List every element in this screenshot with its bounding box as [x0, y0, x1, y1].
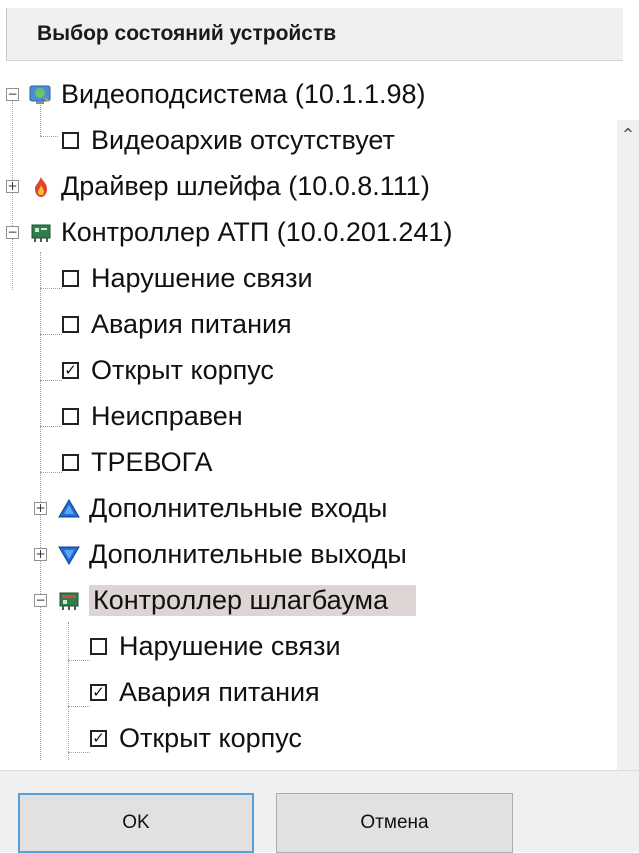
tree-node-label: Драйвер шлейфа (10.0.8.111): [61, 170, 430, 201]
tree-node-label: Контроллер шлагбаума: [89, 584, 417, 616]
tree-check-barrier-case-open[interactable]: ✓ Открыт корпус: [90, 716, 302, 760]
ok-button[interactable]: OK: [18, 793, 254, 853]
tree-check-link-failure[interactable]: Нарушение связи: [62, 256, 313, 300]
dialog-header: Выбор состояний устройств: [6, 8, 623, 61]
cancel-button[interactable]: Отмена: [276, 793, 513, 853]
collapse-icon[interactable]: −: [6, 87, 19, 101]
tree-check-barrier-power-failure[interactable]: ✓ Авария питания: [90, 670, 320, 714]
tree-node-extra-inputs[interactable]: + Дополнительные входы: [34, 486, 387, 530]
checkbox[interactable]: [62, 315, 79, 333]
dialog-footer: OK Отмена: [0, 770, 639, 853]
checkbox[interactable]: [62, 269, 79, 287]
tree-check-label: Авария питания: [91, 308, 292, 339]
tree-check-label: Неисправен: [91, 400, 243, 431]
tree-check-label: Открыт корпус: [91, 354, 274, 385]
checkbox[interactable]: [62, 131, 79, 149]
tree-check-label: Авария питания: [119, 676, 320, 707]
tree-node-label: Дополнительные входы: [89, 492, 388, 523]
tree-node-barrier-controller[interactable]: − Контроллер шлагбаума: [34, 578, 417, 622]
tree-check-alarm[interactable]: ТРЕВОГА: [62, 440, 212, 484]
tree-node-label: Контроллер АТП (10.0.201.241): [61, 216, 453, 247]
collapse-icon[interactable]: −: [6, 225, 19, 239]
tree-node-label: Видеоподсистема (10.1.1.98): [61, 78, 426, 109]
tree-check-label: Нарушение связи: [119, 630, 341, 661]
tree-check-label: Открыт корпус: [119, 722, 302, 753]
tree-node-video-subsystem[interactable]: − Видеоподсистема (10.1.1.98): [6, 72, 426, 116]
tree-node-atp-controller[interactable]: − Контроллер АТП (10.0.201.241): [6, 210, 452, 254]
barrier-controller-icon: [57, 589, 79, 611]
vertical-scrollbar[interactable]: ⌃: [617, 120, 639, 770]
tree-node-extra-outputs[interactable]: + Дополнительные выходы: [34, 532, 407, 576]
tree-check-power-failure[interactable]: Авария питания: [62, 302, 292, 346]
tree-node-loop-driver[interactable]: + Драйвер шлейфа (10.0.8.111): [6, 164, 430, 208]
collapse-icon[interactable]: −: [34, 593, 47, 607]
controller-board-icon: [29, 221, 51, 243]
checkbox[interactable]: [62, 407, 79, 425]
expand-icon[interactable]: +: [34, 547, 47, 561]
tree-check-barrier-link-failure[interactable]: Нарушение связи: [90, 624, 341, 668]
tree-node-label: Дополнительные выходы: [89, 538, 407, 569]
device-state-dialog: Выбор состояний устройств − Видеоподсист…: [0, 0, 639, 853]
expand-icon[interactable]: +: [6, 179, 19, 193]
tree-check-video-archive[interactable]: Видеоархив отсутствует: [62, 118, 395, 162]
checkbox-checked[interactable]: ✓: [90, 729, 107, 747]
blue-triangle-up-icon: [57, 497, 80, 519]
dialog-title: Выбор состояний устройств: [37, 22, 337, 45]
tree-check-case-open[interactable]: ✓ Открыт корпус: [62, 348, 274, 392]
tree-check-malfunction[interactable]: Неисправен: [62, 394, 243, 438]
tree-check-label: Видеоархив отсутствует: [91, 124, 395, 155]
monitor-globe-icon: [29, 83, 51, 105]
device-tree[interactable]: − Видеоподсистема (10.1.1.98) Видеоархив…: [0, 62, 617, 770]
expand-icon[interactable]: +: [34, 501, 47, 515]
scroll-up-icon[interactable]: ⌃: [617, 120, 639, 150]
tree-check-label: ТРЕВОГА: [91, 446, 213, 477]
blue-triangle-down-icon: [57, 543, 80, 565]
tree-check-label: Нарушение связи: [91, 262, 313, 293]
checkbox-checked[interactable]: ✓: [62, 361, 79, 379]
fire-driver-icon: [29, 175, 51, 197]
checkbox[interactable]: [90, 637, 107, 655]
checkbox-checked[interactable]: ✓: [90, 683, 107, 701]
checkbox[interactable]: [62, 453, 79, 471]
